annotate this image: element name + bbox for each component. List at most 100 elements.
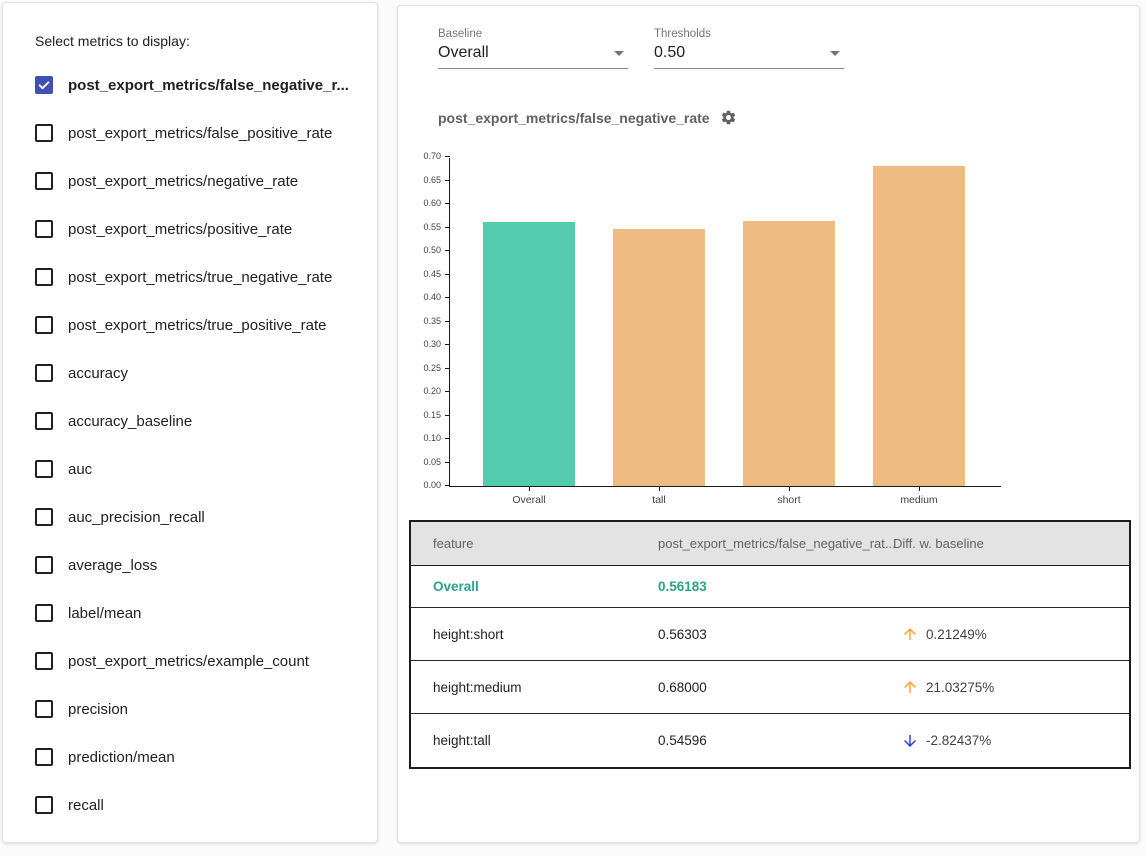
arrow-up-icon	[901, 678, 919, 696]
bar-short[interactable]	[743, 221, 835, 486]
checkbox-unchecked-icon[interactable]	[35, 220, 53, 238]
metric-label: precision	[68, 701, 128, 718]
bar-Overall[interactable]	[483, 222, 575, 486]
metric-checkbox-item[interactable]: post_export_metrics/positive_rate	[35, 205, 357, 253]
table-header-row: feature post_export_metrics/false_negati…	[411, 522, 1129, 566]
checkbox-unchecked-icon[interactable]	[35, 412, 53, 430]
checkbox-unchecked-icon[interactable]	[35, 796, 53, 814]
y-axis-tick-label: 0.45	[423, 269, 441, 279]
checkbox-unchecked-icon[interactable]	[35, 556, 53, 574]
metric-checkbox-item[interactable]: precision	[35, 685, 357, 733]
chevron-down-icon	[830, 51, 840, 56]
checkbox-unchecked-icon[interactable]	[35, 460, 53, 478]
y-axis-tick	[445, 415, 450, 416]
x-axis-label: short	[739, 494, 839, 506]
col-header-diff: Diff. w. baseline	[893, 536, 1129, 551]
y-axis-tick-label: 0.55	[423, 222, 441, 232]
y-axis-tick	[445, 227, 450, 228]
y-axis-tick	[445, 180, 450, 181]
metric-checkbox-item[interactable]: post_export_metrics/example_count	[35, 637, 357, 685]
checkbox-unchecked-icon[interactable]	[35, 172, 53, 190]
chevron-down-icon	[614, 51, 624, 56]
metric-selector-panel: Select metrics to display: post_export_m…	[2, 2, 378, 843]
checkbox-unchecked-icon[interactable]	[35, 268, 53, 286]
metric-checkbox-item[interactable]: post_export_metrics/false_positive_rate	[35, 109, 357, 157]
y-axis-tick-label: 0.20	[423, 386, 441, 396]
metric-checkbox-item[interactable]: accuracy	[35, 349, 357, 397]
table-row-height:short: height:short0.56303 0.21249%	[411, 608, 1129, 661]
checkbox-unchecked-icon[interactable]	[35, 316, 53, 334]
metric-checkbox-item[interactable]: recall	[35, 781, 357, 829]
checkbox-unchecked-icon[interactable]	[35, 364, 53, 382]
x-axis-tick	[659, 486, 660, 491]
metric-checkbox-item[interactable]: accuracy_baseline	[35, 397, 357, 445]
checkbox-unchecked-icon[interactable]	[35, 124, 53, 142]
metric-checkbox-item[interactable]: post_export_metrics/true_negative_rate	[35, 253, 357, 301]
diff-value: -2.82437%	[926, 733, 991, 748]
y-axis-tick-label: 0.30	[423, 339, 441, 349]
settings-gear-icon[interactable]	[720, 109, 737, 126]
diff-cell: 0.21249%	[893, 625, 1129, 643]
y-axis-tick	[445, 321, 450, 322]
x-axis-tick	[919, 486, 920, 491]
checkbox-checked-icon[interactable]	[35, 76, 53, 94]
checkbox-unchecked-icon[interactable]	[35, 652, 53, 670]
x-axis-label: tall	[609, 494, 709, 506]
x-axis-label: Overall	[479, 494, 579, 506]
chart-title: post_export_metrics/false_negative_rate	[438, 110, 710, 126]
bar-medium[interactable]	[873, 166, 965, 486]
thresholds-select[interactable]: Thresholds 0.50	[654, 28, 844, 69]
checkbox-unchecked-icon[interactable]	[35, 700, 53, 718]
y-axis-tick	[445, 344, 450, 345]
diff-value: 0.21249%	[926, 627, 987, 642]
y-axis-tick-label: 0.50	[423, 245, 441, 255]
col-header-metric: post_export_metrics/false_negative_rat..…	[658, 536, 893, 551]
y-axis-tick-label: 0.15	[423, 410, 441, 420]
table-row-height:tall: height:tall0.54596-2.82437%	[411, 714, 1129, 767]
metric-value-cell: 0.54596	[658, 733, 893, 748]
y-axis-tick	[445, 274, 450, 275]
metric-label: accuracy_baseline	[68, 413, 192, 430]
diff-cell: -2.82437%	[893, 732, 1129, 750]
baseline-select-label: Baseline	[438, 28, 628, 40]
metric-checkbox-item[interactable]: auc_precision_recall	[35, 493, 357, 541]
metric-label: auc	[68, 461, 92, 478]
y-axis-tick-label: 0.05	[423, 457, 441, 467]
y-axis-tick	[445, 391, 450, 392]
bar-tall[interactable]	[613, 229, 705, 486]
y-axis-tick	[445, 203, 450, 204]
bar-chart: 0.000.050.100.150.200.250.300.350.400.45…	[449, 158, 1001, 487]
table-body: Overall0.56183height:short0.563030.21249…	[411, 566, 1129, 767]
metric-label: post_export_metrics/positive_rate	[68, 221, 292, 238]
metric-checkbox-item[interactable]: post_export_metrics/negative_rate	[35, 157, 357, 205]
metric-label: post_export_metrics/true_negative_rate	[68, 269, 332, 286]
checkbox-unchecked-icon[interactable]	[35, 508, 53, 526]
feature-cell: height:short	[433, 627, 658, 642]
baseline-select[interactable]: Baseline Overall	[438, 28, 628, 69]
metric-label: post_export_metrics/example_count	[68, 653, 309, 670]
metric-label: post_export_metrics/false_negative_r...	[68, 77, 349, 94]
checkbox-unchecked-icon[interactable]	[35, 748, 53, 766]
metric-label: recall	[68, 797, 104, 814]
feature-cell: height:medium	[433, 680, 658, 695]
metric-checkbox-item[interactable]: post_export_metrics/false_negative_r...	[35, 61, 357, 109]
y-axis-tick	[445, 156, 450, 157]
metric-selector-title: Select metrics to display:	[35, 33, 357, 49]
y-axis-tick-label: 0.35	[423, 316, 441, 326]
metrics-table: feature post_export_metrics/false_negati…	[409, 520, 1131, 769]
metric-value-cell: 0.56303	[658, 627, 893, 642]
y-axis-tick-label: 0.65	[423, 175, 441, 185]
x-axis-tick	[529, 486, 530, 491]
metric-checkbox-item[interactable]: average_loss	[35, 541, 357, 589]
metric-checkbox-item[interactable]: prediction/mean	[35, 733, 357, 781]
metric-checkbox-item[interactable]: label/mean	[35, 589, 357, 637]
metrics-list: post_export_metrics/false_negative_r...p…	[35, 61, 357, 829]
metric-label: prediction/mean	[68, 749, 175, 766]
y-axis-tick-label: 0.60	[423, 198, 441, 208]
metric-label: average_loss	[68, 557, 157, 574]
metric-checkbox-item[interactable]: auc	[35, 445, 357, 493]
checkbox-unchecked-icon[interactable]	[35, 604, 53, 622]
diff-cell: 21.03275%	[893, 678, 1129, 696]
metric-label: accuracy	[68, 365, 128, 382]
metric-checkbox-item[interactable]: post_export_metrics/true_positive_rate	[35, 301, 357, 349]
